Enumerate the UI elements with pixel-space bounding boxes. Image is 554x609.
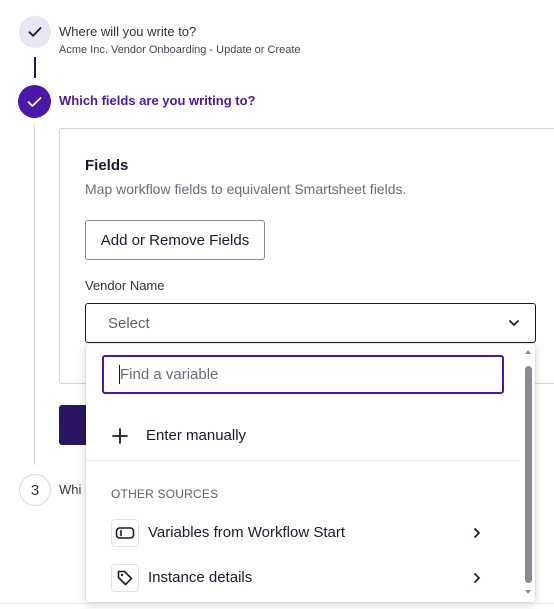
enter-manually-option[interactable]: Enter manually — [86, 414, 521, 458]
chevron-right-icon — [474, 573, 480, 583]
step-2-title: Which fields are you writing to? — [59, 93, 256, 108]
scroll-down-arrow-icon[interactable] — [524, 588, 532, 596]
bottom-divider — [0, 603, 554, 604]
chevron-down-icon — [509, 320, 519, 326]
variable-box-icon — [111, 519, 139, 547]
step-3-title[interactable]: Whi — [59, 482, 81, 497]
tag-icon — [111, 564, 139, 592]
find-variable-input[interactable] — [102, 355, 504, 394]
step-connector — [34, 57, 36, 78]
step-3-indicator: 3 — [19, 474, 51, 506]
step-1-subtitle: Acme Inc. Vendor Onboarding - Update or … — [59, 44, 301, 56]
variable-dropdown: Enter manually OTHER SOURCES Variables f… — [86, 344, 535, 602]
divider — [86, 460, 521, 461]
enter-manually-label: Enter manually — [146, 427, 247, 444]
select-value: Select — [108, 314, 150, 332]
checkmark-icon — [28, 27, 42, 37]
fields-description: Map workflow fields to equivalent Smarts… — [85, 181, 407, 197]
scroll-up-arrow-icon[interactable] — [524, 348, 532, 356]
step-2-active-indicator — [18, 85, 51, 118]
add-remove-fields-button[interactable]: Add or Remove Fields — [85, 220, 265, 260]
step-1-title[interactable]: Where will you write to? — [59, 24, 196, 39]
other-sources-heading: OTHER SOURCES — [111, 487, 219, 501]
plus-icon — [112, 428, 128, 444]
source-workflow-start-variables[interactable]: Variables from Workflow Start — [86, 516, 521, 552]
step-1-complete-indicator — [19, 16, 51, 48]
vendor-name-select[interactable]: Select — [85, 303, 536, 343]
vendor-name-label: Vendor Name — [85, 278, 165, 293]
step-connector — [34, 125, 35, 465]
scrollbar-thumb[interactable] — [525, 366, 532, 583]
fields-heading: Fields — [85, 157, 129, 174]
chevron-right-icon — [474, 528, 480, 538]
dropdown-scrollbar[interactable] — [521, 344, 535, 602]
source-label: Variables from Workflow Start — [148, 524, 345, 541]
source-instance-details[interactable]: Instance details — [86, 561, 521, 597]
checkmark-icon — [27, 96, 42, 107]
text-cursor — [119, 365, 120, 384]
source-label: Instance details — [148, 569, 253, 586]
